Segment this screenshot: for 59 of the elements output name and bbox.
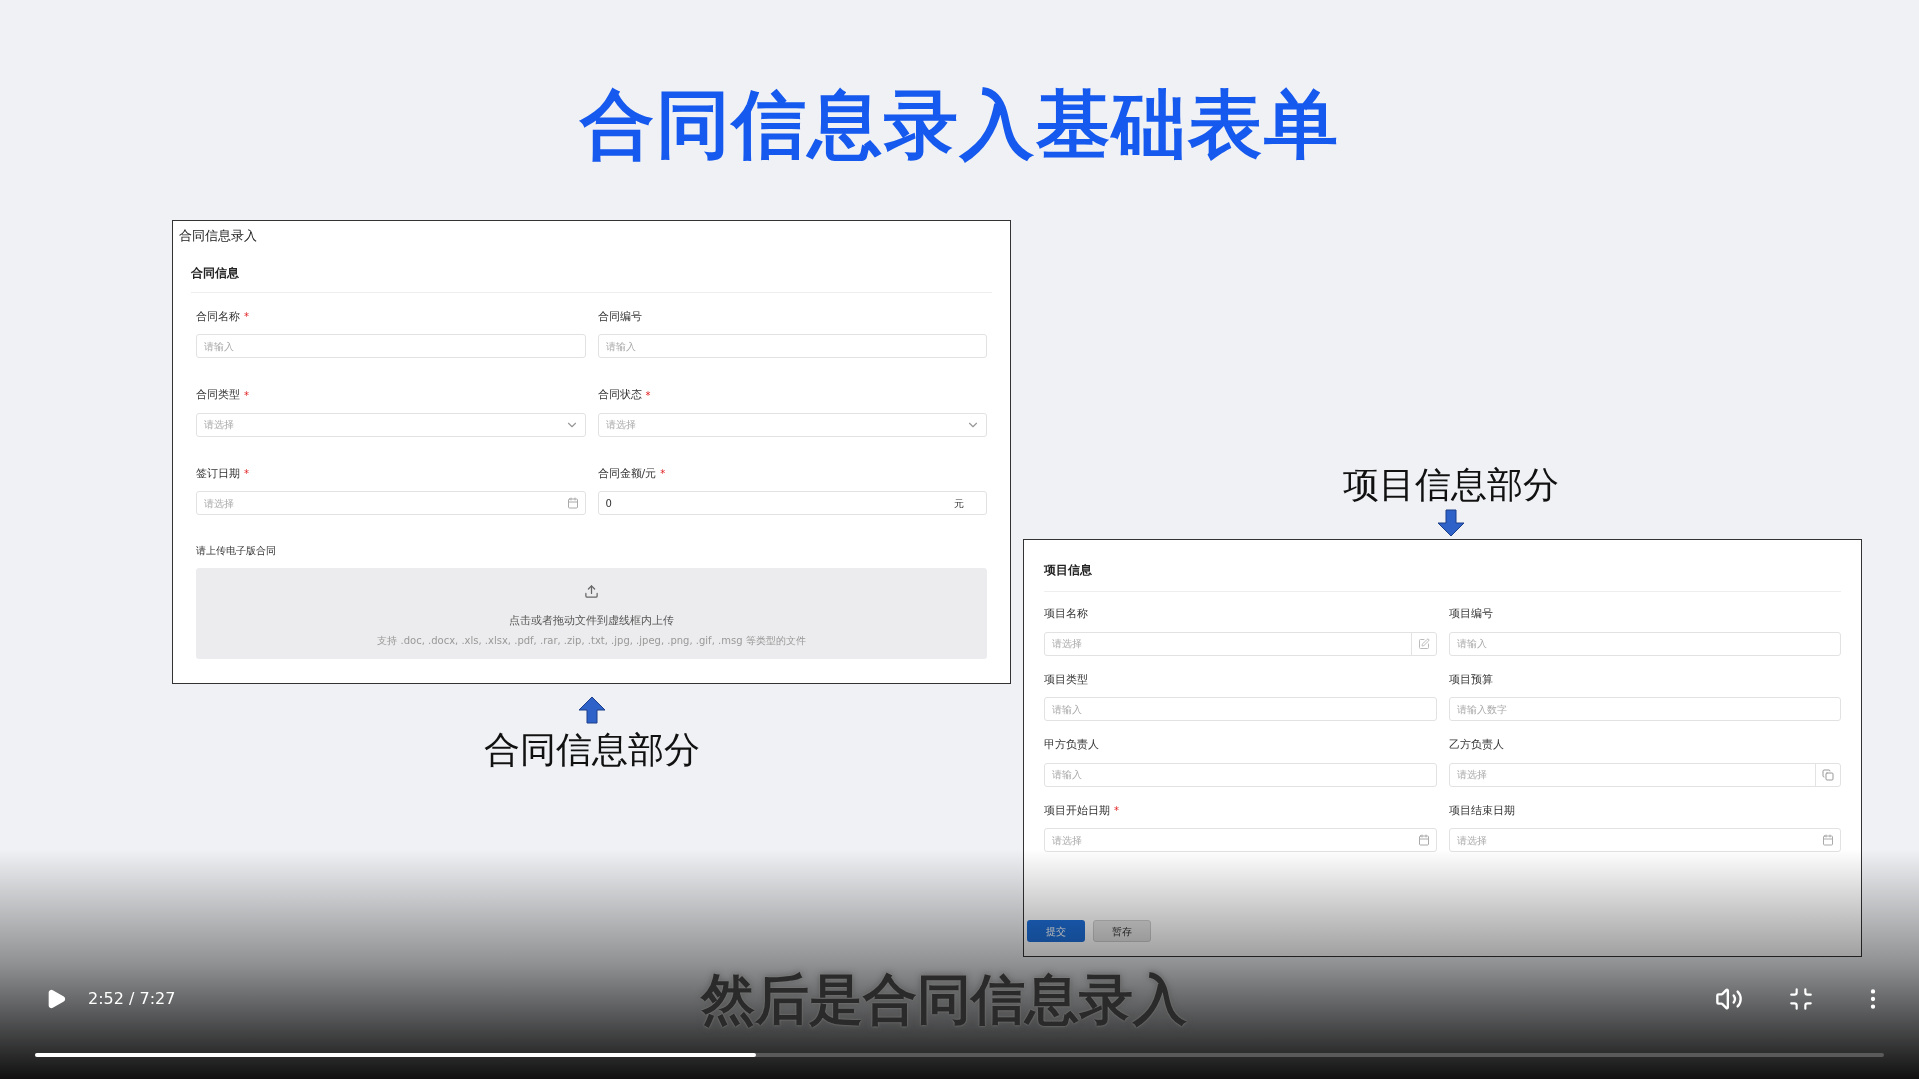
upload-hint: 点击或者拖动文件到虚线框内上传 (509, 613, 674, 629)
slide-title: 合同信息录入基础表单 (579, 80, 1340, 169)
down-arrow-icon (1435, 509, 1466, 537)
caption: 项目信息部分 (1342, 463, 1559, 507)
field-label: 项目名称 (1044, 606, 1088, 622)
field-label: 合同编号 (597, 308, 642, 325)
date-field[interactable]: 请选择 (1448, 828, 1841, 852)
progress-track[interactable] (35, 1053, 1884, 1057)
input-field[interactable]: 请输入 (597, 334, 987, 358)
field-label: 合同名称 (196, 308, 240, 325)
field-label: 合同类型 (196, 387, 240, 403)
time-display: 2:52 / 7:27 (88, 988, 176, 1010)
calendar-icon (566, 497, 579, 509)
upload-icon (584, 584, 599, 599)
field-label: 签订日期 (196, 465, 240, 482)
window-title: 合同信息录入 (178, 227, 258, 245)
field-label: 甲方负责人 (1044, 737, 1099, 753)
required-mark: * (244, 388, 249, 403)
exit-fullscreen-icon[interactable] (1788, 986, 1814, 1012)
input-field[interactable]: 请输入 (1448, 631, 1841, 656)
required-mark: * (645, 388, 651, 403)
calendar-icon (1417, 834, 1430, 846)
date-field[interactable]: 请选择 (1044, 828, 1437, 852)
input-field[interactable]: 请输入 (196, 334, 586, 358)
required-mark: * (244, 310, 249, 325)
field-label: 合同金额/元 (597, 465, 657, 482)
select-field[interactable]: 请选择 (597, 412, 987, 437)
amount-field[interactable]: 0 元 (597, 491, 987, 515)
caption: 合同信息部分 (483, 728, 700, 772)
input-field[interactable]: 请输入 (1044, 762, 1437, 787)
field-label: 项目结束日期 (1448, 802, 1515, 819)
select-field[interactable]: 请选择 (196, 412, 586, 437)
input-field[interactable]: 请选择 (1448, 762, 1841, 787)
upload-area[interactable]: 点击或者拖动文件到虚线框内上传 支持 .doc, .docx, .xls, .xlsx, .pdf, .rar, .zip, .txt, .jpg, .jpeg, .png, .gif, .msg 等类型的文件 (196, 568, 987, 659)
submit-button[interactable]: 提交 (1027, 920, 1085, 942)
edit-icon (1417, 637, 1430, 650)
upload-formats: 支持 .doc, .docx, .xls, .xlsx, .pdf, .rar, .zip, .txt, .jpg, .jpeg, .png, .gif, .msg 等类型的文件 (377, 633, 806, 648)
up-arrow-icon (576, 696, 607, 724)
subtitle: 然后是合同信息录入 (701, 966, 1188, 1033)
required-mark: * (244, 467, 249, 482)
field-label: 合同状态 (597, 387, 642, 403)
required-mark: * (660, 467, 666, 482)
input-field[interactable]: 请选择 (1044, 631, 1437, 656)
date-field[interactable]: 请选择 (196, 491, 586, 515)
field-label: 请上传电子版合同 (196, 544, 277, 558)
required-mark: * (1114, 804, 1119, 819)
section-title: 项目信息 (1044, 563, 1092, 577)
save-draft-button[interactable]: 暂存 (1093, 920, 1151, 942)
field-label: 项目类型 (1044, 671, 1088, 688)
field-label: 项目编号 (1448, 606, 1493, 622)
copy-icon (1822, 768, 1834, 781)
field-label: 乙方负责人 (1448, 737, 1504, 753)
input-field[interactable]: 请输入数字 (1448, 697, 1841, 721)
section-title: 合同信息 (191, 265, 239, 280)
input-field[interactable]: 请输入 (1044, 697, 1437, 721)
field-label: 项目预算 (1448, 671, 1493, 688)
field-label: 项目开始日期 (1044, 802, 1110, 819)
calendar-icon (1822, 834, 1834, 846)
unit-label: 元 (954, 496, 964, 511)
